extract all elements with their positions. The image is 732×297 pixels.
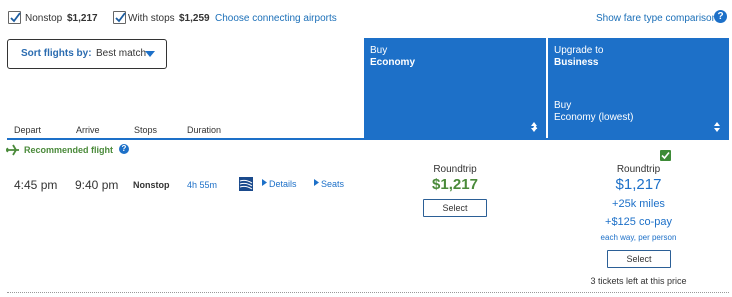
business-price: $1,217: [615, 176, 662, 193]
choose-connecting-airports-link[interactable]: Choose connecting airports: [215, 13, 337, 24]
business-trip-type: Roundtrip: [616, 164, 661, 175]
economy-header-line1: Buy: [370, 45, 388, 56]
tickets-left-notice: 3 tickets left at this price: [590, 276, 687, 286]
help-icon[interactable]: ?: [119, 144, 129, 154]
header-depart[interactable]: Depart: [14, 125, 41, 135]
arrive-time: 9:40 pm: [75, 178, 119, 192]
seats-link[interactable]: Seats: [321, 179, 344, 189]
sort-arrows-icon[interactable]: [531, 122, 537, 132]
economy-price: $1,217: [432, 176, 478, 193]
business-column-header[interactable]: Upgrade to Business Buy Economy (lowest): [548, 38, 729, 140]
header-arrive[interactable]: Arrive: [76, 125, 100, 135]
header-stops[interactable]: Stops: [134, 125, 157, 135]
show-fare-type-comparison-link[interactable]: Show fare type comparison: [596, 13, 717, 24]
sort-label: Sort flights by:: [21, 48, 92, 59]
header-duration[interactable]: Duration: [187, 125, 221, 135]
nonstop-price: $1,217: [67, 13, 98, 24]
help-icon[interactable]: ?: [714, 10, 727, 23]
economy-trip-type: Roundtrip: [433, 164, 477, 175]
depart-time: 4:45 pm: [14, 178, 58, 192]
business-header-line3: Buy: [554, 100, 572, 111]
nonstop-label: Nonstop: [25, 13, 63, 24]
caret-down-icon: [145, 51, 155, 57]
sort-value: Best match: [96, 48, 147, 59]
business-header-line4: Economy (lowest): [554, 112, 634, 123]
caret-right-icon: [262, 179, 267, 186]
header-divider: [7, 138, 729, 140]
stops-value: Nonstop: [133, 180, 170, 190]
duration-value: 4h 55m: [187, 180, 218, 190]
airline-logo-icon: [239, 177, 253, 191]
nonstop-checkbox[interactable]: [8, 11, 21, 24]
selected-check-badge: [660, 150, 671, 161]
business-copay: +$125 co-pay: [605, 216, 672, 228]
business-header-line2: Business: [554, 57, 599, 68]
economy-select-button[interactable]: Select: [423, 199, 487, 217]
with-stops-price: $1,259: [179, 13, 210, 24]
economy-header-line2: Economy: [370, 57, 416, 68]
economy-column-header[interactable]: Buy Economy ▲: [364, 38, 546, 140]
with-stops-label: With stops: [128, 13, 175, 24]
business-select-button[interactable]: Select: [607, 250, 671, 268]
details-link[interactable]: Details: [269, 179, 297, 189]
sort-arrows-icon[interactable]: [714, 122, 720, 132]
recommended-flight-label: Recommended flight: [24, 145, 114, 155]
checkmark-icon: [10, 12, 21, 23]
caret-right-icon: [314, 179, 319, 186]
sort-dropdown[interactable]: Sort flights by: Best match: [7, 39, 167, 69]
business-miles: +25k miles: [612, 198, 665, 210]
checkmark-icon: [661, 151, 670, 160]
with-stops-checkbox[interactable]: [113, 11, 126, 24]
business-copay-note: each way, per person: [600, 233, 677, 242]
row-divider: [7, 292, 729, 293]
business-header-line1: Upgrade to: [554, 45, 604, 56]
checkmark-icon: [115, 12, 126, 23]
airplane-icon: [6, 144, 19, 156]
